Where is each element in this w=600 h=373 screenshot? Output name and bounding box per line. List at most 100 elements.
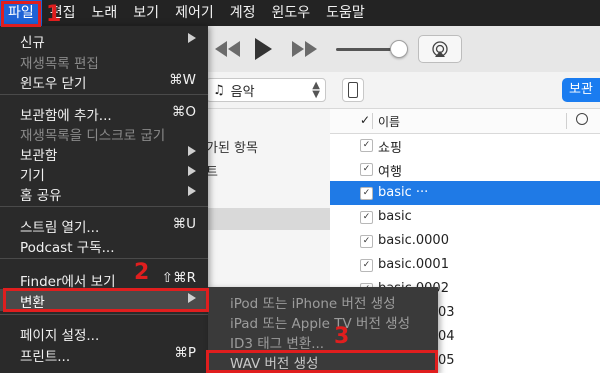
highlight-box-file-menu xyxy=(1,1,41,27)
row-title: basic.0000 xyxy=(378,233,449,248)
row-checkbox[interactable]: ✓ xyxy=(360,259,373,272)
sidebar-item-selected[interactable] xyxy=(206,208,330,230)
chevron-updown-icon: ▲ ▼ xyxy=(312,80,320,100)
column-divider xyxy=(372,113,373,129)
menu-item-label: 프린트... xyxy=(20,349,71,365)
row-title: basic.0001 xyxy=(378,257,449,272)
menu-item-label: 기기 xyxy=(20,168,45,184)
row-checkbox[interactable]: ✓ xyxy=(360,139,373,152)
row-title: basic xyxy=(378,209,412,224)
menu-divider xyxy=(0,258,208,259)
checkmark-icon[interactable]: ✓ xyxy=(360,113,370,127)
iphone-icon xyxy=(348,82,358,98)
row-title: 쇼핑 xyxy=(378,141,402,156)
nav-bar: ♫ 음악 ▲ ▼ 보관 xyxy=(206,72,600,109)
play-button[interactable] xyxy=(250,36,276,62)
fast-forward-icon xyxy=(292,41,317,57)
table-row-selected[interactable]: ✓ basic ··· xyxy=(330,181,600,205)
submenu-arrow-icon xyxy=(188,33,196,43)
step-number-2: 2 xyxy=(134,260,150,285)
menu-item-open-stream[interactable]: 스트림 열기... ⌘U xyxy=(0,214,208,236)
menu-item-library[interactable]: 보관함 xyxy=(0,142,208,164)
device-button[interactable] xyxy=(342,78,364,102)
submenu-arrow-icon xyxy=(188,146,196,156)
sidebar-item-recently-added[interactable]: 가된 항목 xyxy=(206,137,258,156)
menu-item-label: 신규 xyxy=(20,35,45,51)
rewind-icon xyxy=(215,41,240,57)
menu-shortcut: ⌘P xyxy=(174,345,196,361)
menu-item-label: 홈 공유 xyxy=(20,188,62,204)
highlight-box-wav-version xyxy=(206,350,438,373)
menu-window[interactable]: 윈도우 xyxy=(263,0,318,26)
row-title: basic ··· xyxy=(378,185,429,200)
submenu-item-label: ID3 태그 변환... xyxy=(230,336,325,352)
submenu-item-id3-convert[interactable]: ID3 태그 변환... xyxy=(208,331,438,352)
menu-item-add-to-library[interactable]: 보관함에 추가... ⌘O xyxy=(0,102,208,124)
submenu-item-label: iPad 또는 Apple TV 버전 생성 xyxy=(230,316,411,332)
row-title-partial: 03 xyxy=(438,305,455,320)
volume-slider-track[interactable] xyxy=(336,48,394,51)
menu-item-devices[interactable]: 기기 xyxy=(0,162,208,184)
menu-item-new[interactable]: 신규 xyxy=(0,29,208,51)
menu-item-burn-playlist: 재생목록을 디스크로 굽기 xyxy=(0,122,208,144)
menu-item-page-setup[interactable]: 페이지 설정... xyxy=(0,322,208,344)
menu-item-label: 페이지 설정... xyxy=(20,328,100,344)
row-checkbox[interactable]: ✓ xyxy=(360,211,373,224)
menu-item-label: 윈도우 닫기 xyxy=(20,76,87,92)
menu-account[interactable]: 계정 xyxy=(222,0,264,26)
menu-item-label: Podcast 구독... xyxy=(20,240,115,256)
row-checkbox[interactable]: ✓ xyxy=(360,187,373,200)
list-header: ✓ 이름 xyxy=(330,109,600,134)
row-title-partial: 04 xyxy=(438,329,455,344)
menu-item-label: 보관함 xyxy=(20,148,58,164)
menu-help[interactable]: 도움말 xyxy=(318,0,373,26)
volume-slider-knob[interactable] xyxy=(390,40,408,58)
menu-view[interactable]: 보기 xyxy=(125,0,167,26)
table-row[interactable]: ✓ basic.0001 xyxy=(330,253,600,277)
file-menu: 신규 재생목록 편집 윈도우 닫기 ⌘W 보관함에 추가... ⌘O 재생목록을… xyxy=(0,26,208,373)
menu-shortcut: ⇧⌘R xyxy=(161,270,196,286)
menu-item-close-window[interactable]: 윈도우 닫기 ⌘W xyxy=(0,70,208,92)
menu-shortcut: ⌘U xyxy=(172,216,196,232)
menu-item-label: 재생목록 편집 xyxy=(20,56,99,72)
menu-divider xyxy=(0,314,208,315)
highlight-box-convert xyxy=(3,288,209,312)
menu-item-print[interactable]: 프린트... ⌘P xyxy=(0,343,208,365)
menu-controls[interactable]: 제어기 xyxy=(167,0,222,26)
column-divider xyxy=(566,113,567,129)
media-type-select[interactable]: ♫ 음악 ▲ ▼ xyxy=(206,78,326,102)
menu-bar: 파일 편집 노래 보기 제어기 계정 윈도우 도움말 xyxy=(0,0,600,26)
menu-shortcut: ⌘W xyxy=(169,72,196,88)
step-number-3: 3 xyxy=(334,324,350,349)
submenu-arrow-icon xyxy=(188,166,196,176)
submenu-item-label: iPod 또는 iPhone 버전 생성 xyxy=(230,296,396,312)
player-toolbar xyxy=(206,26,600,72)
music-note-icon: ♫ xyxy=(213,82,225,98)
submenu-item-ipod-version[interactable]: iPod 또는 iPhone 버전 생성 xyxy=(208,291,438,312)
row-title-partial: 05 xyxy=(438,353,455,368)
table-row[interactable]: ✓ 여행 xyxy=(330,157,600,181)
table-row[interactable]: ✓ basic xyxy=(330,205,600,229)
menu-item-label: 스트림 열기... xyxy=(20,220,100,236)
submenu-item-ipad-version[interactable]: iPad 또는 Apple TV 버전 생성 xyxy=(208,311,438,332)
step-number-1: 1 xyxy=(46,2,62,27)
table-row[interactable]: ✓ basic.0000 xyxy=(330,229,600,253)
submenu-arrow-icon xyxy=(188,186,196,196)
rewind-button[interactable] xyxy=(210,36,246,62)
menu-item-subscribe-podcast[interactable]: Podcast 구독... xyxy=(0,234,208,256)
menu-item-show-in-finder[interactable]: Finder에서 보기 ⇧⌘R xyxy=(0,268,208,290)
clock-icon[interactable] xyxy=(576,113,588,125)
airplay-button[interactable] xyxy=(418,35,462,63)
menu-divider xyxy=(0,94,208,95)
column-header-name[interactable]: 이름 xyxy=(378,113,400,130)
media-type-label: 음악 xyxy=(230,84,255,100)
menu-item-home-sharing[interactable]: 홈 공유 xyxy=(0,182,208,204)
airplay-icon xyxy=(432,41,448,57)
table-row[interactable]: ✓ 쇼핑 xyxy=(330,133,600,157)
menu-item-edit-playlist: 재생목록 편집 xyxy=(0,50,208,72)
fast-forward-button[interactable] xyxy=(286,36,322,62)
row-checkbox[interactable]: ✓ xyxy=(360,163,373,176)
row-checkbox[interactable]: ✓ xyxy=(360,235,373,248)
menu-song[interactable]: 노래 xyxy=(84,0,126,26)
library-button[interactable]: 보관 xyxy=(562,78,600,102)
